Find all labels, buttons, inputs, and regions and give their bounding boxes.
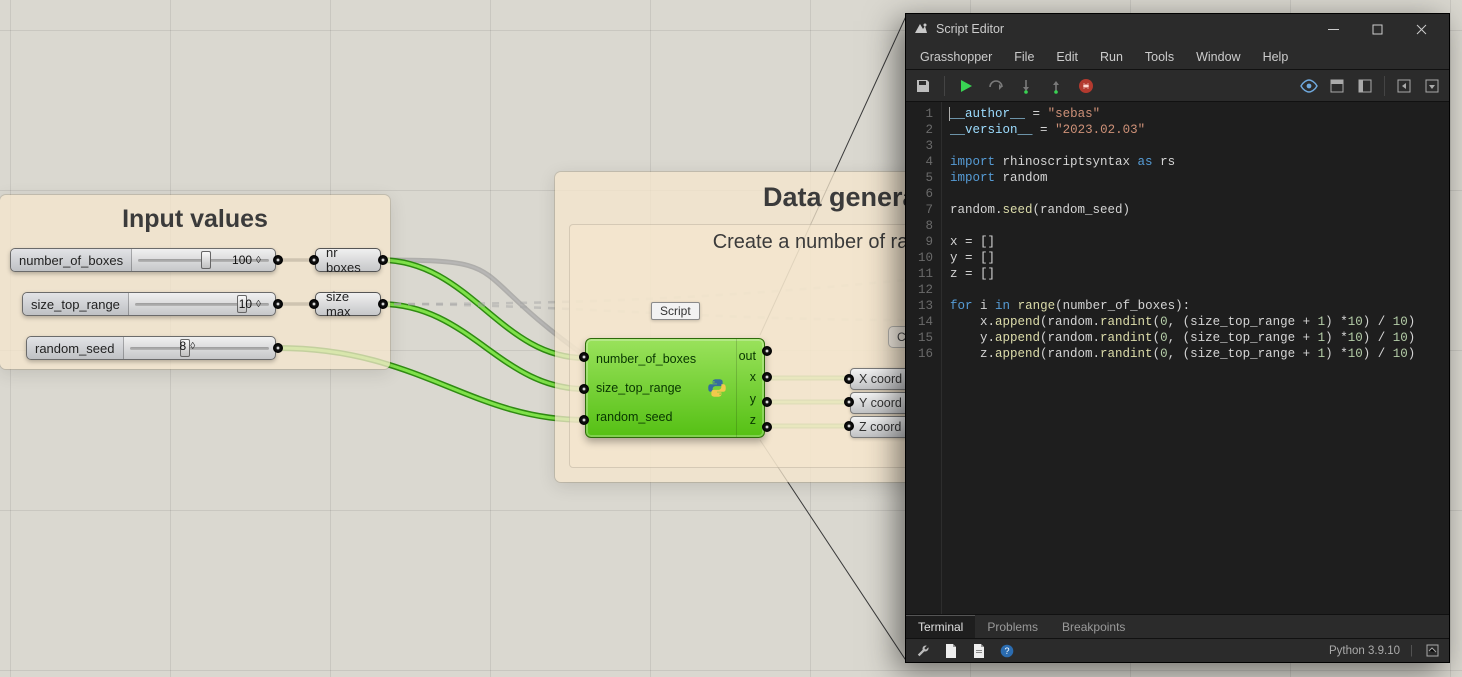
toolbar <box>906 70 1449 102</box>
port-out[interactable] <box>762 372 772 382</box>
component-label-script: Script <box>651 302 700 320</box>
titlebar[interactable]: Script Editor <box>906 14 1449 44</box>
port-out[interactable] <box>273 343 283 353</box>
script-output-x[interactable]: x <box>750 367 756 387</box>
slider-number-of-boxes[interactable]: number_of_boxes 100 <box>10 248 276 272</box>
port-out[interactable] <box>762 422 772 432</box>
port-in[interactable] <box>579 384 589 394</box>
group-input-values-title: Input values <box>0 195 390 236</box>
slider-size-top-range[interactable]: size_top_range 10 <box>22 292 276 316</box>
point-y-label[interactable]: Y coord <box>850 392 911 414</box>
port-in[interactable] <box>579 415 589 425</box>
step-out-icon[interactable] <box>1045 75 1067 97</box>
toggle-panel-icon[interactable] <box>1326 75 1348 97</box>
code-editor[interactable]: 12345678910111213141516 __author__ = "se… <box>906 102 1449 614</box>
status-file-icon[interactable] <box>942 642 960 660</box>
port-in[interactable] <box>844 374 854 384</box>
script-input-random-seed[interactable]: random_seed <box>596 407 730 427</box>
python-script-component[interactable]: number_of_boxes size_top_range random_se… <box>585 338 765 438</box>
point-x-label[interactable]: X coord <box>850 368 911 390</box>
tab-problems[interactable]: Problems <box>975 615 1050 638</box>
slider-random-seed-label: random_seed <box>27 337 124 359</box>
menu-help[interactable]: Help <box>1253 47 1299 67</box>
script-output-z[interactable]: z <box>750 410 756 430</box>
script-output-y[interactable]: y <box>750 389 756 409</box>
menu-edit[interactable]: Edit <box>1046 47 1088 67</box>
tab-breakpoints[interactable]: Breakpoints <box>1050 615 1137 638</box>
line-gutter: 12345678910111213141516 <box>906 102 942 614</box>
separator <box>1384 76 1385 96</box>
slider-handle[interactable] <box>201 251 211 269</box>
window-close-button[interactable] <box>1399 14 1443 44</box>
slider-track <box>130 347 270 350</box>
svg-text:?: ? <box>1004 646 1009 656</box>
step-in-icon[interactable] <box>1015 75 1037 97</box>
stop-icon[interactable] <box>1075 75 1097 97</box>
slider-size-top-range-label: size_top_range <box>23 293 129 315</box>
port-in[interactable] <box>309 255 319 265</box>
point-component[interactable]: X coord Y coord Z coord <box>850 368 911 438</box>
menu-file[interactable]: File <box>1004 47 1044 67</box>
port-out[interactable] <box>762 397 772 407</box>
collapse-bottom-icon[interactable] <box>1421 75 1443 97</box>
preview-icon[interactable] <box>1298 75 1320 97</box>
port-in[interactable] <box>309 299 319 309</box>
window-title: Script Editor <box>936 22 1004 36</box>
step-over-icon[interactable] <box>985 75 1007 97</box>
slider-number-of-boxes-value: 100 <box>232 253 265 267</box>
script-output-out[interactable]: out <box>739 346 756 366</box>
toggle-sidebar-icon[interactable] <box>1354 75 1376 97</box>
window-maximize-button[interactable] <box>1355 14 1399 44</box>
status-bar: ? Python 3.9.10 | <box>906 638 1449 662</box>
status-expand-icon[interactable] <box>1423 642 1441 660</box>
python-icon <box>706 378 728 398</box>
param-size-max[interactable]: size max <box>315 292 381 316</box>
bottom-panel-tabs: Terminal Problems Breakpoints <box>906 614 1449 638</box>
port-out[interactable] <box>273 299 283 309</box>
status-python-version[interactable]: Python 3.9.10 <box>1329 645 1400 657</box>
status-wrench-icon[interactable] <box>914 642 932 660</box>
save-icon[interactable] <box>912 75 934 97</box>
collapse-left-icon[interactable] <box>1393 75 1415 97</box>
tab-terminal[interactable]: Terminal <box>906 615 975 638</box>
point-z-label[interactable]: Z coord <box>850 416 911 438</box>
port-in[interactable] <box>844 397 854 407</box>
menu-tools[interactable]: Tools <box>1135 47 1184 67</box>
slider-size-top-range-value: 10 <box>239 297 265 311</box>
param-nr-boxes[interactable]: nr boxes <box>315 248 381 272</box>
menu-grasshopper[interactable]: Grasshopper <box>910 47 1002 67</box>
separator <box>944 76 945 96</box>
window-minimize-button[interactable] <box>1311 14 1355 44</box>
run-icon[interactable] <box>955 75 977 97</box>
status-file2-icon[interactable] <box>970 642 988 660</box>
slider-random-seed-value: 8 <box>180 339 200 353</box>
port-out[interactable] <box>273 255 283 265</box>
script-editor-window[interactable]: Script Editor Grasshopper File Edit Run … <box>905 13 1450 663</box>
app-icon <box>912 20 930 38</box>
port-in[interactable] <box>579 352 589 362</box>
menu-window[interactable]: Window <box>1186 47 1250 67</box>
port-out[interactable] <box>378 299 388 309</box>
port-in[interactable] <box>844 421 854 431</box>
slider-number-of-boxes-label: number_of_boxes <box>11 249 132 271</box>
slider-random-seed[interactable]: random_seed 8 <box>26 336 276 360</box>
port-out[interactable] <box>762 346 772 356</box>
menu-run[interactable]: Run <box>1090 47 1133 67</box>
port-out[interactable] <box>378 255 388 265</box>
menu-bar: Grasshopper File Edit Run Tools Window H… <box>906 44 1449 70</box>
status-help-icon[interactable]: ? <box>998 642 1016 660</box>
code-source[interactable]: __author__ = "sebas"__version__ = "2023.… <box>942 102 1449 614</box>
grasshopper-canvas[interactable]: Input values Data generation Create a nu… <box>0 0 1462 677</box>
script-input-number-of-boxes[interactable]: number_of_boxes <box>596 349 730 369</box>
